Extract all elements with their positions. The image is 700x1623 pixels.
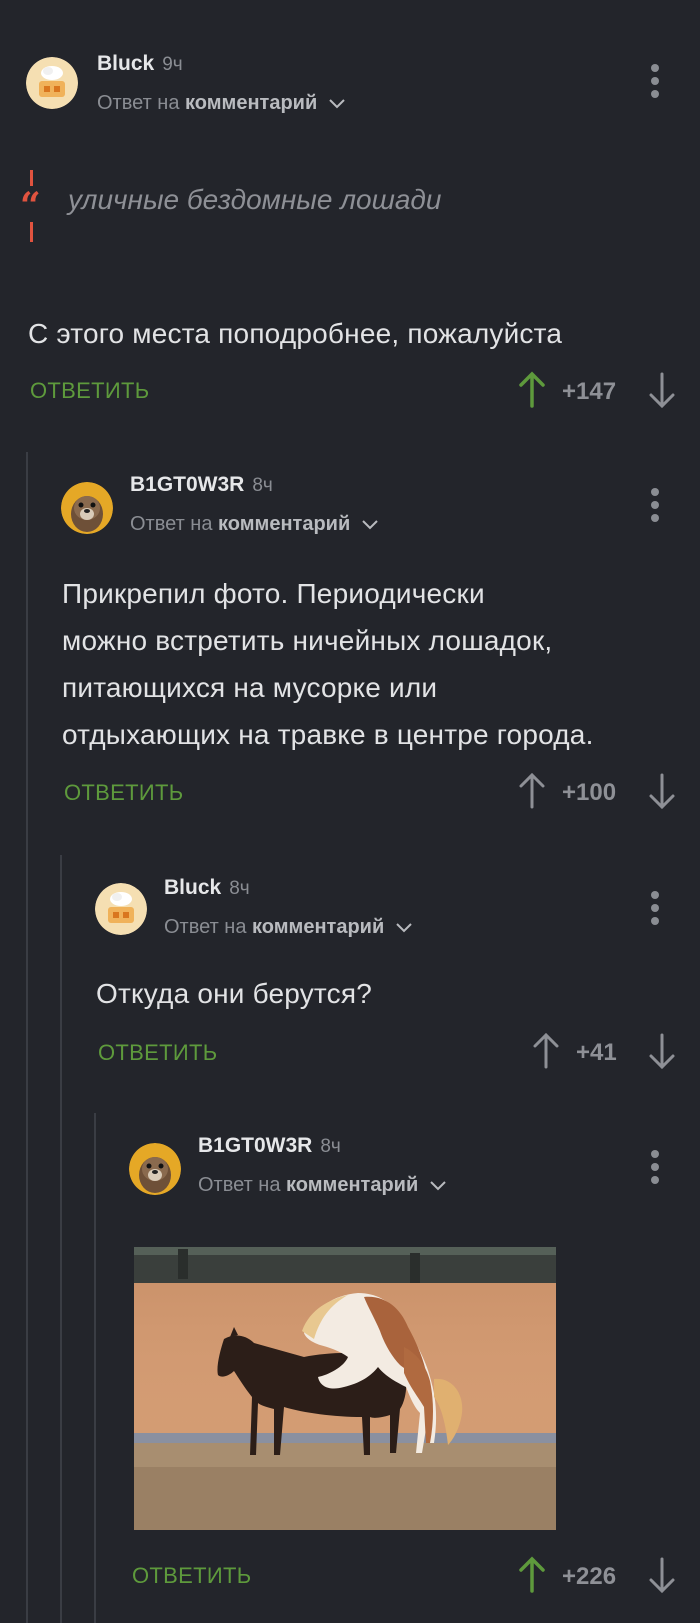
comment-text-line: Прикрепил фото. Периодически [62,578,485,609]
chevron-down-icon[interactable] [360,518,380,532]
comment-text: Откуда они берутся? [96,978,372,1009]
reply-prefix: Ответ на [130,513,213,535]
comment-text: Прикрепил фото. Периодически можно встре… [62,570,594,758]
reply-to-link[interactable]: Ответ на комментарий [164,916,414,939]
timestamp: 8ч [229,878,250,899]
chevron-down-icon[interactable] [327,97,347,111]
arrow-up-icon[interactable] [518,370,546,410]
reply-link[interactable]: комментарий [286,1174,418,1196]
reply-button[interactable]: ОТВЕТИТЬ [64,780,183,806]
reply-prefix: Ответ на [198,1174,281,1196]
comment-text-line: отдыхающих на травке в центре города. [62,719,594,750]
comments-page: Bluck 9ч Ответ на комментарий “ уличные б… [0,0,700,1623]
comment-text-line: питающихся на мусорке или [62,672,438,703]
reply-button[interactable]: ОТВЕТИТЬ [132,1563,251,1589]
vote-controls: +147 [518,370,678,410]
arrow-down-icon[interactable] [648,1555,676,1595]
quote-bar [30,222,33,242]
score: +226 [562,1563,617,1590]
thread-line[interactable] [60,855,62,1623]
reply-prefix: Ответ на [97,92,180,114]
reply-link[interactable]: комментарий [252,916,384,938]
arrow-up-icon[interactable] [532,1031,560,1071]
quote-icon: “ [20,185,41,227]
username-text[interactable]: Bluck [97,52,154,75]
arrow-up-icon[interactable] [518,771,546,811]
comment-text: С этого места поподробнее, пожалуйста [28,318,563,349]
username-text[interactable]: B1GT0W3R [130,473,244,496]
reply-link[interactable]: комментарий [185,92,317,114]
chevron-down-icon[interactable] [394,921,414,935]
reply-button[interactable]: ОТВЕТИТЬ [98,1040,217,1066]
arrow-down-icon[interactable] [648,1031,676,1071]
username[interactable]: B1GT0W3R 8ч [198,1134,341,1158]
avatar[interactable] [129,1143,181,1195]
reply-to-link[interactable]: Ответ на комментарий [97,92,347,115]
avatar[interactable] [26,57,78,109]
chevron-down-icon[interactable] [428,1179,448,1193]
kebab-menu-icon[interactable] [649,1150,661,1184]
vote-controls: +226 [518,1555,678,1595]
reply-button[interactable]: ОТВЕТИТЬ [30,378,149,404]
score: +100 [562,779,617,806]
vote-controls: +41 [532,1031,678,1071]
username[interactable]: Bluck 8ч [164,876,250,900]
timestamp: 8ч [252,475,273,496]
thread-line[interactable] [26,452,28,1623]
avatar[interactable] [95,883,147,935]
username[interactable]: B1GT0W3R 8ч [130,473,273,497]
arrow-down-icon[interactable] [648,370,676,410]
username-text[interactable]: Bluck [164,876,221,899]
arrow-up-icon[interactable] [518,1555,546,1595]
thread-line[interactable] [94,1113,96,1623]
kebab-menu-icon[interactable] [649,891,661,925]
vote-controls: +100 [518,771,678,811]
arrow-down-icon[interactable] [648,771,676,811]
reply-to-link[interactable]: Ответ на комментарий [198,1174,448,1197]
score: +41 [576,1039,617,1066]
username[interactable]: Bluck 9ч [97,52,183,76]
timestamp: 9ч [162,54,183,75]
avatar[interactable] [61,482,113,534]
timestamp: 8ч [320,1136,341,1157]
reply-prefix: Ответ на [164,916,247,938]
comment-text-line: можно встретить ничейных лошадок, [62,625,553,656]
username-text[interactable]: B1GT0W3R [198,1134,312,1157]
kebab-menu-icon[interactable] [649,64,661,98]
quote-bar [30,170,33,186]
attached-photo[interactable] [134,1247,556,1530]
score: +147 [562,378,617,405]
reply-link[interactable]: комментарий [218,513,350,535]
reply-to-link[interactable]: Ответ на комментарий [130,513,380,536]
quote-text: уличные бездомные лошади [68,184,442,215]
kebab-menu-icon[interactable] [649,488,661,522]
